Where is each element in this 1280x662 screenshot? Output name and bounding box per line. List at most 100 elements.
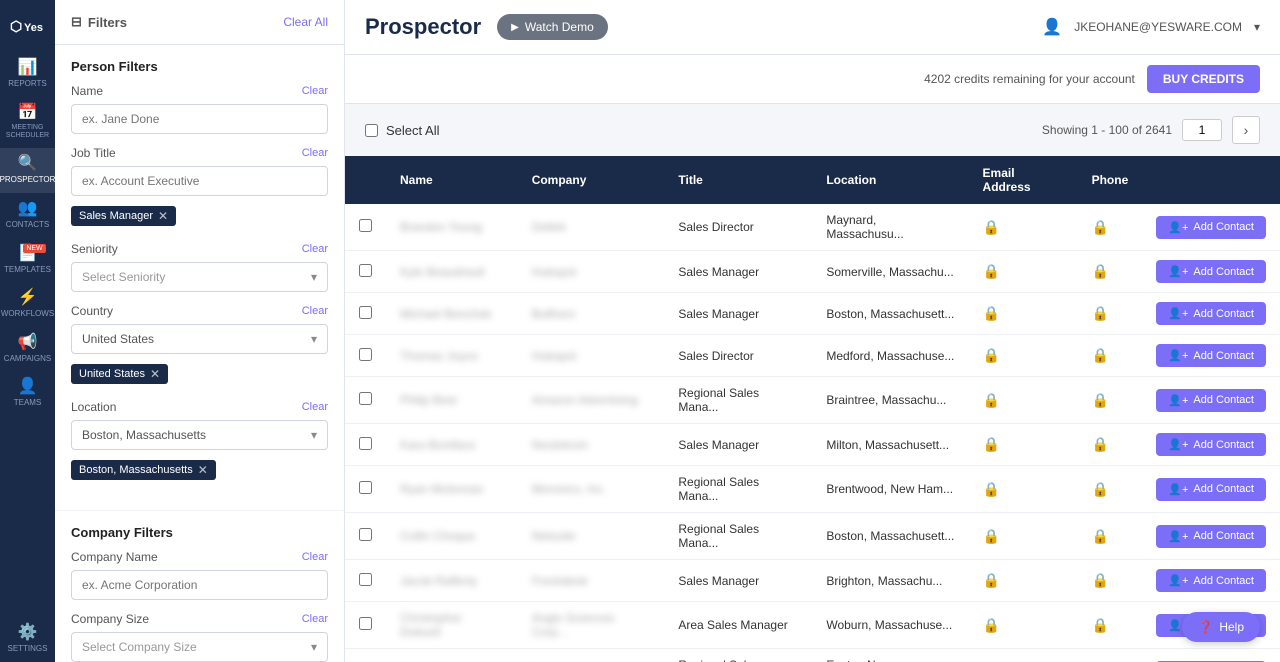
sidebar-item-settings[interactable]: ⚙️ SETTINGS [0,617,55,662]
remove-location-tag[interactable]: ✕ [198,463,208,477]
add-contact-button[interactable]: 👤+ Add Contact [1156,569,1266,592]
country-clear-button[interactable]: Clear [302,305,328,317]
row-checkbox-cell[interactable] [345,602,386,649]
cell-action[interactable]: 👤+ Add Contact [1142,649,1280,662]
cell-action[interactable]: 👤+ Add Contact [1142,377,1280,424]
row-checkbox[interactable] [359,573,372,586]
sidebar-item-templates[interactable]: NEW 📄 TEMPLATES [0,238,55,283]
column-email[interactable]: Email Address [969,156,1078,204]
filters-sidebar: ⊟ Filters Clear All Person Filters Name … [55,0,345,662]
add-contact-button[interactable]: 👤+ Add Contact [1156,302,1266,325]
sidebar-item-teams[interactable]: 👤 TEAMS [0,371,55,416]
company-name-input[interactable] [71,570,328,600]
next-page-button[interactable]: › [1232,116,1260,144]
new-badge: NEW [23,244,45,253]
country-dropdown[interactable]: United States [71,324,328,354]
logo[interactable]: ⬡ Yes [0,8,55,52]
row-checkbox-cell[interactable] [345,293,386,335]
add-contact-button[interactable]: 👤+ Add Contact [1156,344,1266,367]
left-navigation: ⬡ Yes 📊 REPORTS 📅 MEETINGSCHEDULER 🔍 PRO… [0,0,55,662]
cell-location: Medford, Massachuse... [812,335,968,377]
row-checkbox-cell[interactable] [345,513,386,560]
page-number-input[interactable] [1182,119,1222,141]
company-name-clear-button[interactable]: Clear [302,551,328,563]
remove-country-tag[interactable]: ✕ [150,367,160,381]
column-title[interactable]: Title [664,156,812,204]
cell-action[interactable]: 👤+ Add Contact [1142,424,1280,466]
add-contact-button[interactable]: 👤+ Add Contact [1156,525,1266,548]
row-checkbox-cell[interactable] [345,649,386,662]
cell-email: 🔒 [969,649,1078,662]
row-checkbox[interactable] [359,437,372,450]
add-contact-button[interactable]: 👤+ Add Contact [1156,260,1266,283]
row-checkbox-cell[interactable] [345,466,386,513]
name-clear-button[interactable]: Clear [302,85,328,97]
company-size-dropdown[interactable]: Select Company Size [71,632,328,662]
seniority-dropdown[interactable]: Select Seniority [71,262,328,292]
remove-job-title-tag[interactable]: ✕ [158,209,168,223]
cell-action[interactable]: 👤+ Add Contact [1142,293,1280,335]
column-company[interactable]: Company [518,156,665,204]
email-lock-icon: 🔒 [983,347,1000,363]
phone-lock-icon: 🔒 [1092,572,1109,588]
cell-action[interactable]: 👤+ Add Contact [1142,251,1280,293]
cell-action[interactable]: 👤+ Add Contact [1142,513,1280,560]
column-phone[interactable]: Phone [1078,156,1143,204]
cell-action[interactable]: 👤+ Add Contact [1142,560,1280,602]
cell-action[interactable]: 👤+ Add Contact [1142,466,1280,513]
job-title-clear-button[interactable]: Clear [302,147,328,159]
email-lock-icon: 🔒 [983,392,1000,408]
add-contact-button[interactable]: 👤+ Add Contact [1156,478,1266,501]
select-all-checkbox[interactable] [365,124,378,137]
row-checkbox-cell[interactable] [345,560,386,602]
add-contact-button[interactable]: 👤+ Add Contact [1156,389,1266,412]
select-all-label[interactable]: Select All [365,123,439,138]
name-input[interactable] [71,104,328,134]
country-filter-group: Country Clear United States United State… [71,304,328,388]
location-clear-button[interactable]: Clear [302,401,328,413]
sidebar-item-meeting-scheduler[interactable]: 📅 MEETINGSCHEDULER [0,97,55,149]
row-checkbox-cell[interactable] [345,204,386,251]
help-icon: ❓ [1198,620,1213,634]
cell-name: Philip Beer [386,377,518,424]
row-checkbox-cell[interactable] [345,424,386,466]
sidebar-item-contacts[interactable]: 👥 CONTACTS [0,193,55,238]
column-name[interactable]: Name [386,156,518,204]
buy-credits-button[interactable]: BUY CREDITS [1147,65,1260,93]
row-checkbox[interactable] [359,617,372,630]
add-contact-button[interactable]: 👤+ Add Contact [1156,433,1266,456]
cell-action[interactable]: 👤+ Add Contact [1142,335,1280,377]
add-contact-icon: 👤+ [1168,483,1188,496]
row-checkbox[interactable] [359,264,372,277]
sidebar-item-workflows[interactable]: ⚡ WORKFLOWS [0,282,55,327]
teams-icon: 👤 [18,379,38,395]
row-checkbox[interactable] [359,481,372,494]
row-checkbox[interactable] [359,392,372,405]
seniority-clear-button[interactable]: Clear [302,243,328,255]
email-lock-icon: 🔒 [983,528,1000,544]
column-location[interactable]: Location [812,156,968,204]
row-checkbox-cell[interactable] [345,251,386,293]
row-checkbox[interactable] [359,528,372,541]
sidebar-item-prospector[interactable]: 🔍 PROSPECTOR [0,148,55,193]
cell-action[interactable]: 👤+ Add Contact [1142,204,1280,251]
row-checkbox[interactable] [359,306,372,319]
job-title-input[interactable] [71,166,328,196]
user-dropdown-arrow: ▾ [1254,20,1260,34]
row-checkbox[interactable] [359,348,372,361]
cell-company: Nordstrom [518,424,665,466]
row-checkbox-cell[interactable] [345,377,386,424]
sidebar-item-reports[interactable]: 📊 REPORTS [0,52,55,97]
location-dropdown[interactable]: Boston, Massachusetts [71,420,328,450]
checkbox-header [345,156,386,204]
row-checkbox[interactable] [359,219,372,232]
add-contact-button[interactable]: 👤+ Add Contact [1156,216,1266,239]
row-checkbox-cell[interactable] [345,335,386,377]
phone-lock-icon: 🔒 [1092,347,1109,363]
company-size-clear-button[interactable]: Clear [302,613,328,625]
help-button[interactable]: ❓ Help [1182,612,1260,642]
header-right: 👤 JKEOHANE@YESWARE.COM ▾ [1042,17,1260,37]
watch-demo-button[interactable]: ▶ Watch Demo [497,14,608,40]
clear-all-button[interactable]: Clear All [283,15,328,29]
sidebar-item-campaigns[interactable]: 📢 CAMPAIGNS [0,327,55,372]
